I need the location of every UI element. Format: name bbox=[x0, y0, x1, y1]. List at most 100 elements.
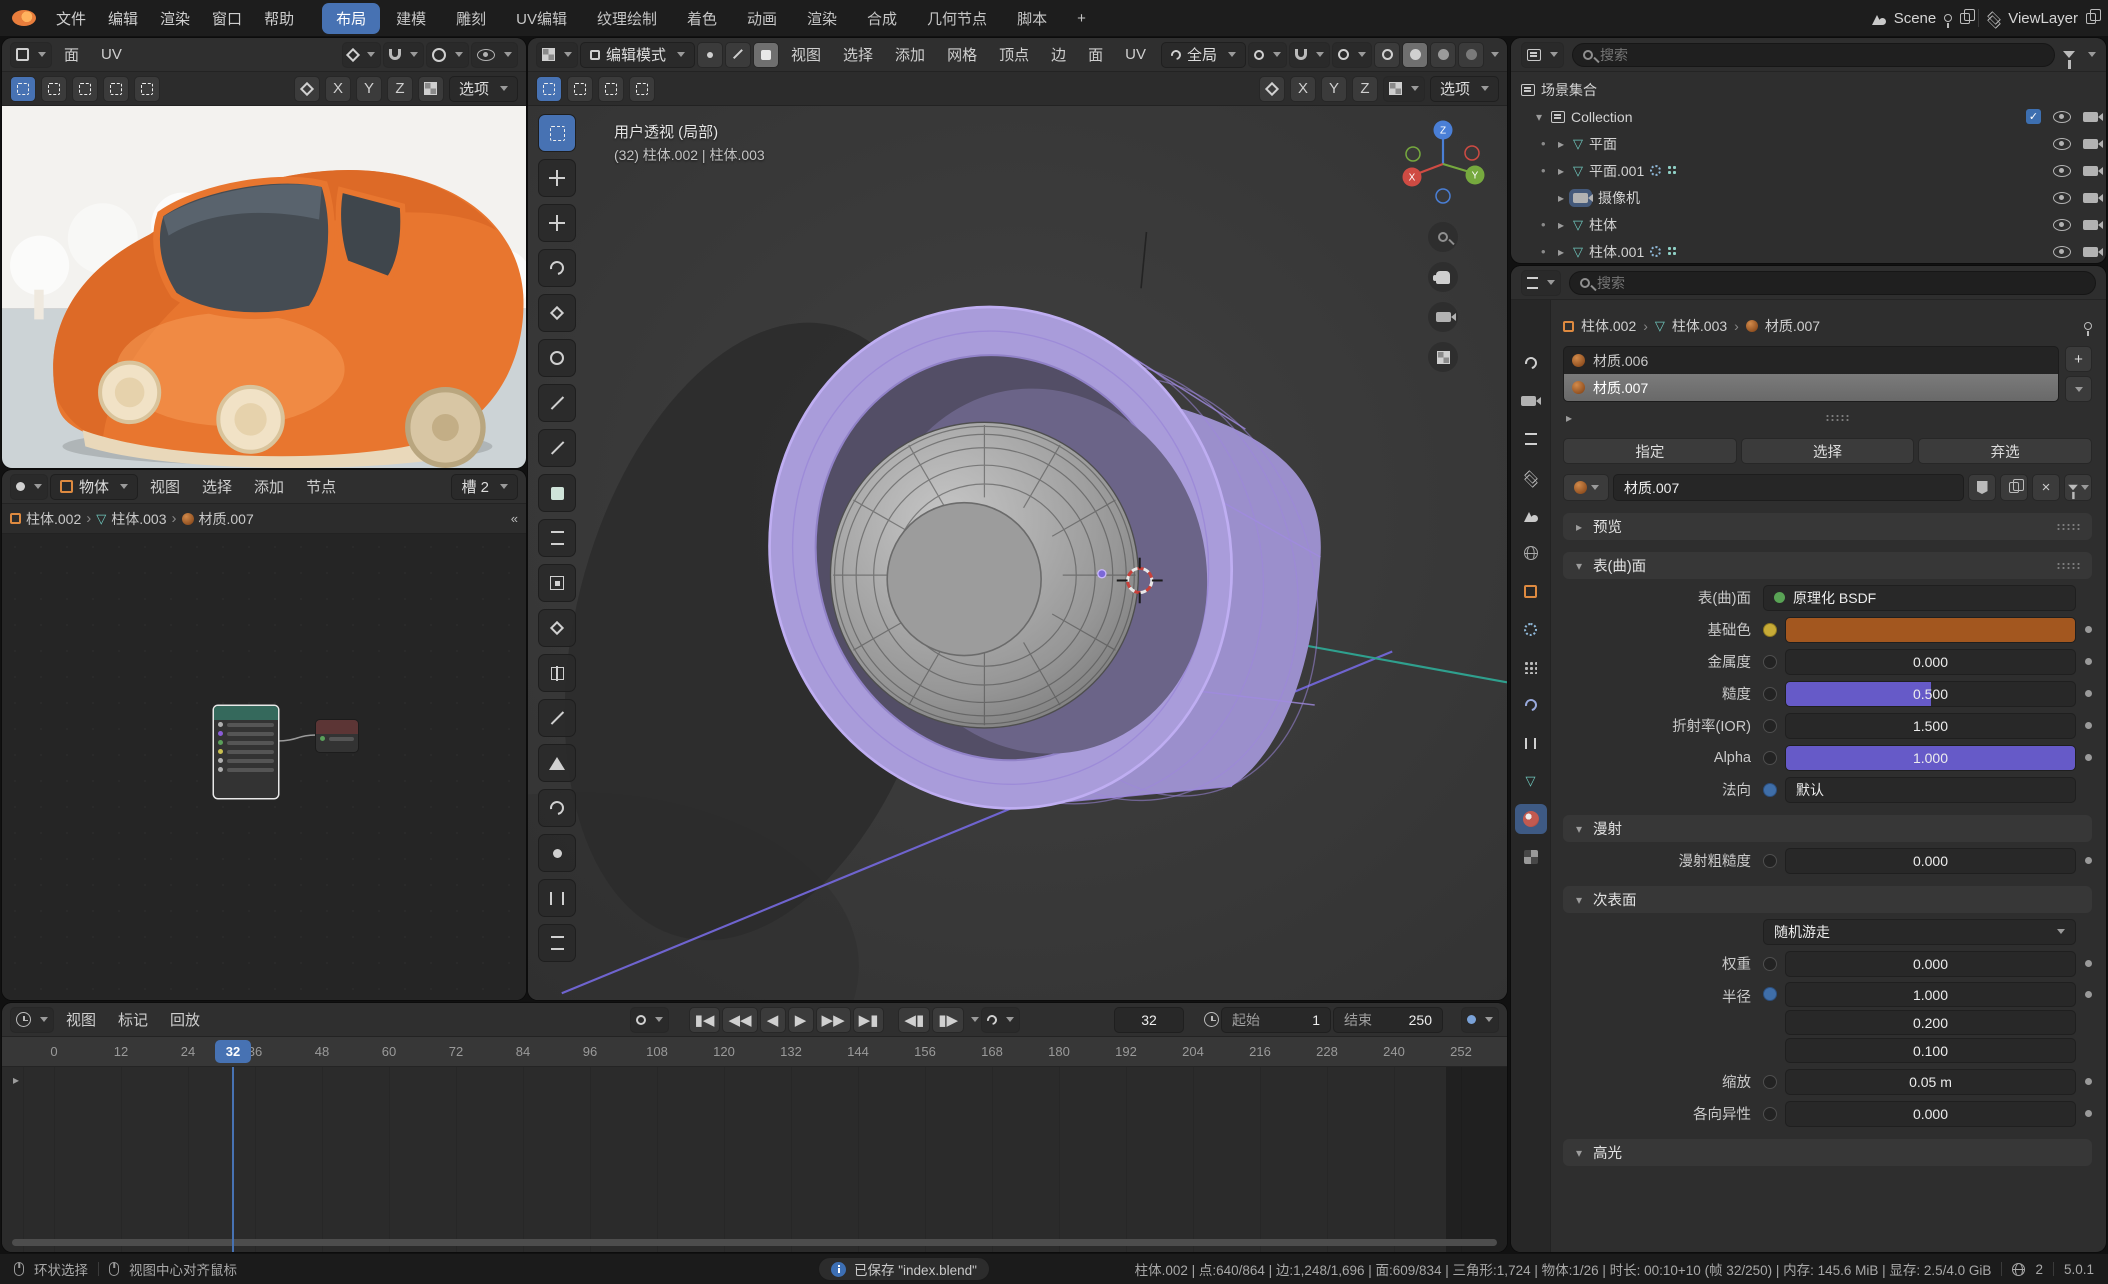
tab-object[interactable] bbox=[1515, 576, 1547, 606]
timeline-hscrollbar[interactable] bbox=[12, 1239, 1497, 1246]
disable-render-icon[interactable] bbox=[2083, 193, 2098, 203]
viewlayer-name[interactable]: ViewLayer bbox=[2008, 10, 2078, 27]
image-editor-type-dropdown[interactable] bbox=[10, 42, 52, 68]
uv-menu-uv[interactable]: UV bbox=[91, 43, 132, 66]
surface-shader-button[interactable]: 原理化 BSDF bbox=[1763, 585, 2076, 611]
uv-options-dropdown[interactable]: 选项 bbox=[449, 76, 518, 102]
hide-icon[interactable] bbox=[2053, 246, 2071, 258]
breadcrumb-object[interactable]: 柱体.002 bbox=[1581, 316, 1636, 336]
shader-type-dropdown[interactable]: 物体 bbox=[50, 474, 138, 500]
outliner-row-scene-collection[interactable]: 场景集合 bbox=[1511, 76, 2106, 103]
breadcrumb-material[interactable]: 材质.007 bbox=[1765, 316, 1820, 336]
uv-grid-button[interactable] bbox=[418, 76, 444, 102]
tool-edge-slide[interactable] bbox=[538, 879, 576, 917]
viewport-menu-mesh[interactable]: 网格 bbox=[937, 41, 987, 68]
new-scene-icon[interactable] bbox=[1960, 13, 1970, 24]
tool-add-cube[interactable] bbox=[538, 474, 576, 512]
shader-breadcrumb-material[interactable]: 材质.007 bbox=[199, 509, 254, 529]
shading-material-button[interactable] bbox=[1430, 42, 1456, 68]
outliner-filter-chevron[interactable] bbox=[2088, 52, 2096, 57]
tool-smooth[interactable] bbox=[538, 834, 576, 872]
play-button[interactable]: ▶ bbox=[788, 1007, 814, 1033]
workspace-tab-shading[interactable]: 着色 bbox=[673, 3, 731, 34]
shading-rendered-button[interactable] bbox=[1458, 42, 1484, 68]
vp-select-extend-button[interactable] bbox=[567, 76, 593, 102]
render-preview-canvas[interactable] bbox=[2, 106, 526, 468]
keyframe-dot[interactable] bbox=[2085, 991, 2092, 998]
outliner-row-plane[interactable]: • ▸ ▽ 平面 bbox=[1511, 130, 2106, 157]
roughness-slider[interactable]: 0.500 bbox=[1785, 681, 2076, 707]
disable-render-icon[interactable] bbox=[2083, 220, 2098, 230]
uv-select-extend-button[interactable] bbox=[41, 76, 67, 102]
outliner-editor-type-dropdown[interactable] bbox=[1521, 42, 1564, 68]
tab-view-layer[interactable] bbox=[1515, 462, 1547, 492]
add-slot-button[interactable]: + bbox=[2065, 346, 2092, 372]
globe-icon[interactable] bbox=[2012, 1263, 2025, 1276]
viewport-menu-edge[interactable]: 边 bbox=[1041, 41, 1076, 68]
ortho-toggle-button[interactable] bbox=[1428, 342, 1458, 372]
duplicate-material-button[interactable] bbox=[2000, 474, 2028, 501]
viewport-menu-add[interactable]: 添加 bbox=[885, 41, 935, 68]
uv-mirror-y-button[interactable]: Y bbox=[356, 76, 382, 102]
saved-status-pill[interactable]: 已保存 "index.blend" bbox=[818, 1257, 990, 1281]
workspace-tab-rendering[interactable]: 渲染 bbox=[793, 3, 851, 34]
keyframe-dot[interactable] bbox=[2085, 722, 2092, 729]
slot-material-007[interactable]: 材质.007 bbox=[1564, 374, 2058, 401]
prev-keyframe-button[interactable]: ◀◀ bbox=[722, 1007, 757, 1033]
tool-annotate[interactable] bbox=[538, 384, 576, 422]
tab-scene[interactable] bbox=[1515, 500, 1547, 530]
transform-orientation-dropdown[interactable]: 全局 bbox=[1161, 42, 1246, 68]
radius-x-field[interactable]: 1.000 bbox=[1785, 982, 2076, 1007]
uv-select-intersect-button[interactable] bbox=[134, 76, 160, 102]
hide-icon[interactable] bbox=[2053, 192, 2071, 204]
material-specials-dropdown[interactable] bbox=[2064, 474, 2092, 501]
tab-output[interactable] bbox=[1515, 424, 1547, 454]
timeline-filter-dropdown[interactable] bbox=[1461, 1007, 1499, 1033]
keyframe-dot[interactable] bbox=[2085, 857, 2092, 864]
uv-mirror-x-button[interactable]: X bbox=[325, 76, 351, 102]
timeline-menu-playback[interactable]: 回放 bbox=[160, 1006, 210, 1033]
properties-editor-type-dropdown[interactable] bbox=[1521, 270, 1561, 296]
navigation-gizmo[interactable]: Z X Y bbox=[1393, 112, 1493, 212]
radius-y-field[interactable]: 0.200 bbox=[1785, 1010, 2076, 1035]
vp-snap-settings-dropdown[interactable] bbox=[1383, 76, 1425, 102]
shading-options-chevron[interactable] bbox=[1491, 52, 1499, 57]
radius-z-field[interactable]: 0.100 bbox=[1785, 1038, 2076, 1063]
section-preview[interactable]: ▸ 预览 bbox=[1563, 513, 2092, 540]
current-frame-field[interactable]: 32 bbox=[1114, 1007, 1184, 1033]
tab-tool[interactable] bbox=[1515, 348, 1547, 378]
pan-button[interactable] bbox=[1428, 262, 1458, 292]
unlink-material-button[interactable]: × bbox=[2032, 474, 2060, 501]
shader-breadcrumb-object[interactable]: 柱体.002 bbox=[26, 509, 81, 529]
proportional-edit-dropdown[interactable] bbox=[1332, 42, 1372, 68]
disable-render-icon[interactable] bbox=[2083, 166, 2098, 176]
shading-wireframe-button[interactable] bbox=[1374, 42, 1400, 68]
slot-material-006[interactable]: 材质.006 bbox=[1564, 347, 2058, 374]
base-color-anim-dot[interactable] bbox=[1763, 623, 1777, 637]
base-color-swatch[interactable] bbox=[1785, 617, 2076, 643]
workspace-tab-layout[interactable]: 布局 bbox=[322, 3, 380, 34]
jump-to-end-button[interactable]: ▶▮ bbox=[853, 1007, 885, 1033]
uv-proportional-dropdown[interactable] bbox=[426, 42, 469, 68]
keyframe-dot[interactable] bbox=[2085, 1110, 2092, 1117]
outliner-search[interactable] bbox=[1572, 43, 2055, 67]
menu-file[interactable]: 文件 bbox=[46, 5, 96, 32]
workspace-tab-scripting[interactable]: 脚本 bbox=[1003, 3, 1061, 34]
material-slot-dropdown[interactable]: 槽 2 bbox=[451, 474, 518, 500]
uv-mirror-z-button[interactable]: Z bbox=[387, 76, 413, 102]
timeline-tracks[interactable]: ▸ bbox=[2, 1067, 1507, 1252]
alpha-anim-dot[interactable] bbox=[1763, 751, 1777, 765]
scale-anim-dot[interactable] bbox=[1763, 1075, 1777, 1089]
viewport-menu-select[interactable]: 选择 bbox=[833, 41, 883, 68]
fake-user-button[interactable] bbox=[1968, 474, 1996, 501]
properties-search-input[interactable] bbox=[1597, 275, 2085, 291]
tool-move[interactable] bbox=[538, 204, 576, 242]
tab-particles[interactable] bbox=[1515, 652, 1547, 682]
workspace-tab-animation[interactable]: 动画 bbox=[733, 3, 791, 34]
pin-icon[interactable] bbox=[2084, 322, 2092, 330]
shader-node-bsdf[interactable] bbox=[214, 706, 278, 798]
vp-select-intersect-button[interactable] bbox=[629, 76, 655, 102]
metallic-slider[interactable]: 0.000 bbox=[1785, 649, 2076, 675]
radius-driver-dot[interactable] bbox=[1763, 987, 1777, 1001]
shading-solid-button[interactable] bbox=[1402, 42, 1428, 68]
